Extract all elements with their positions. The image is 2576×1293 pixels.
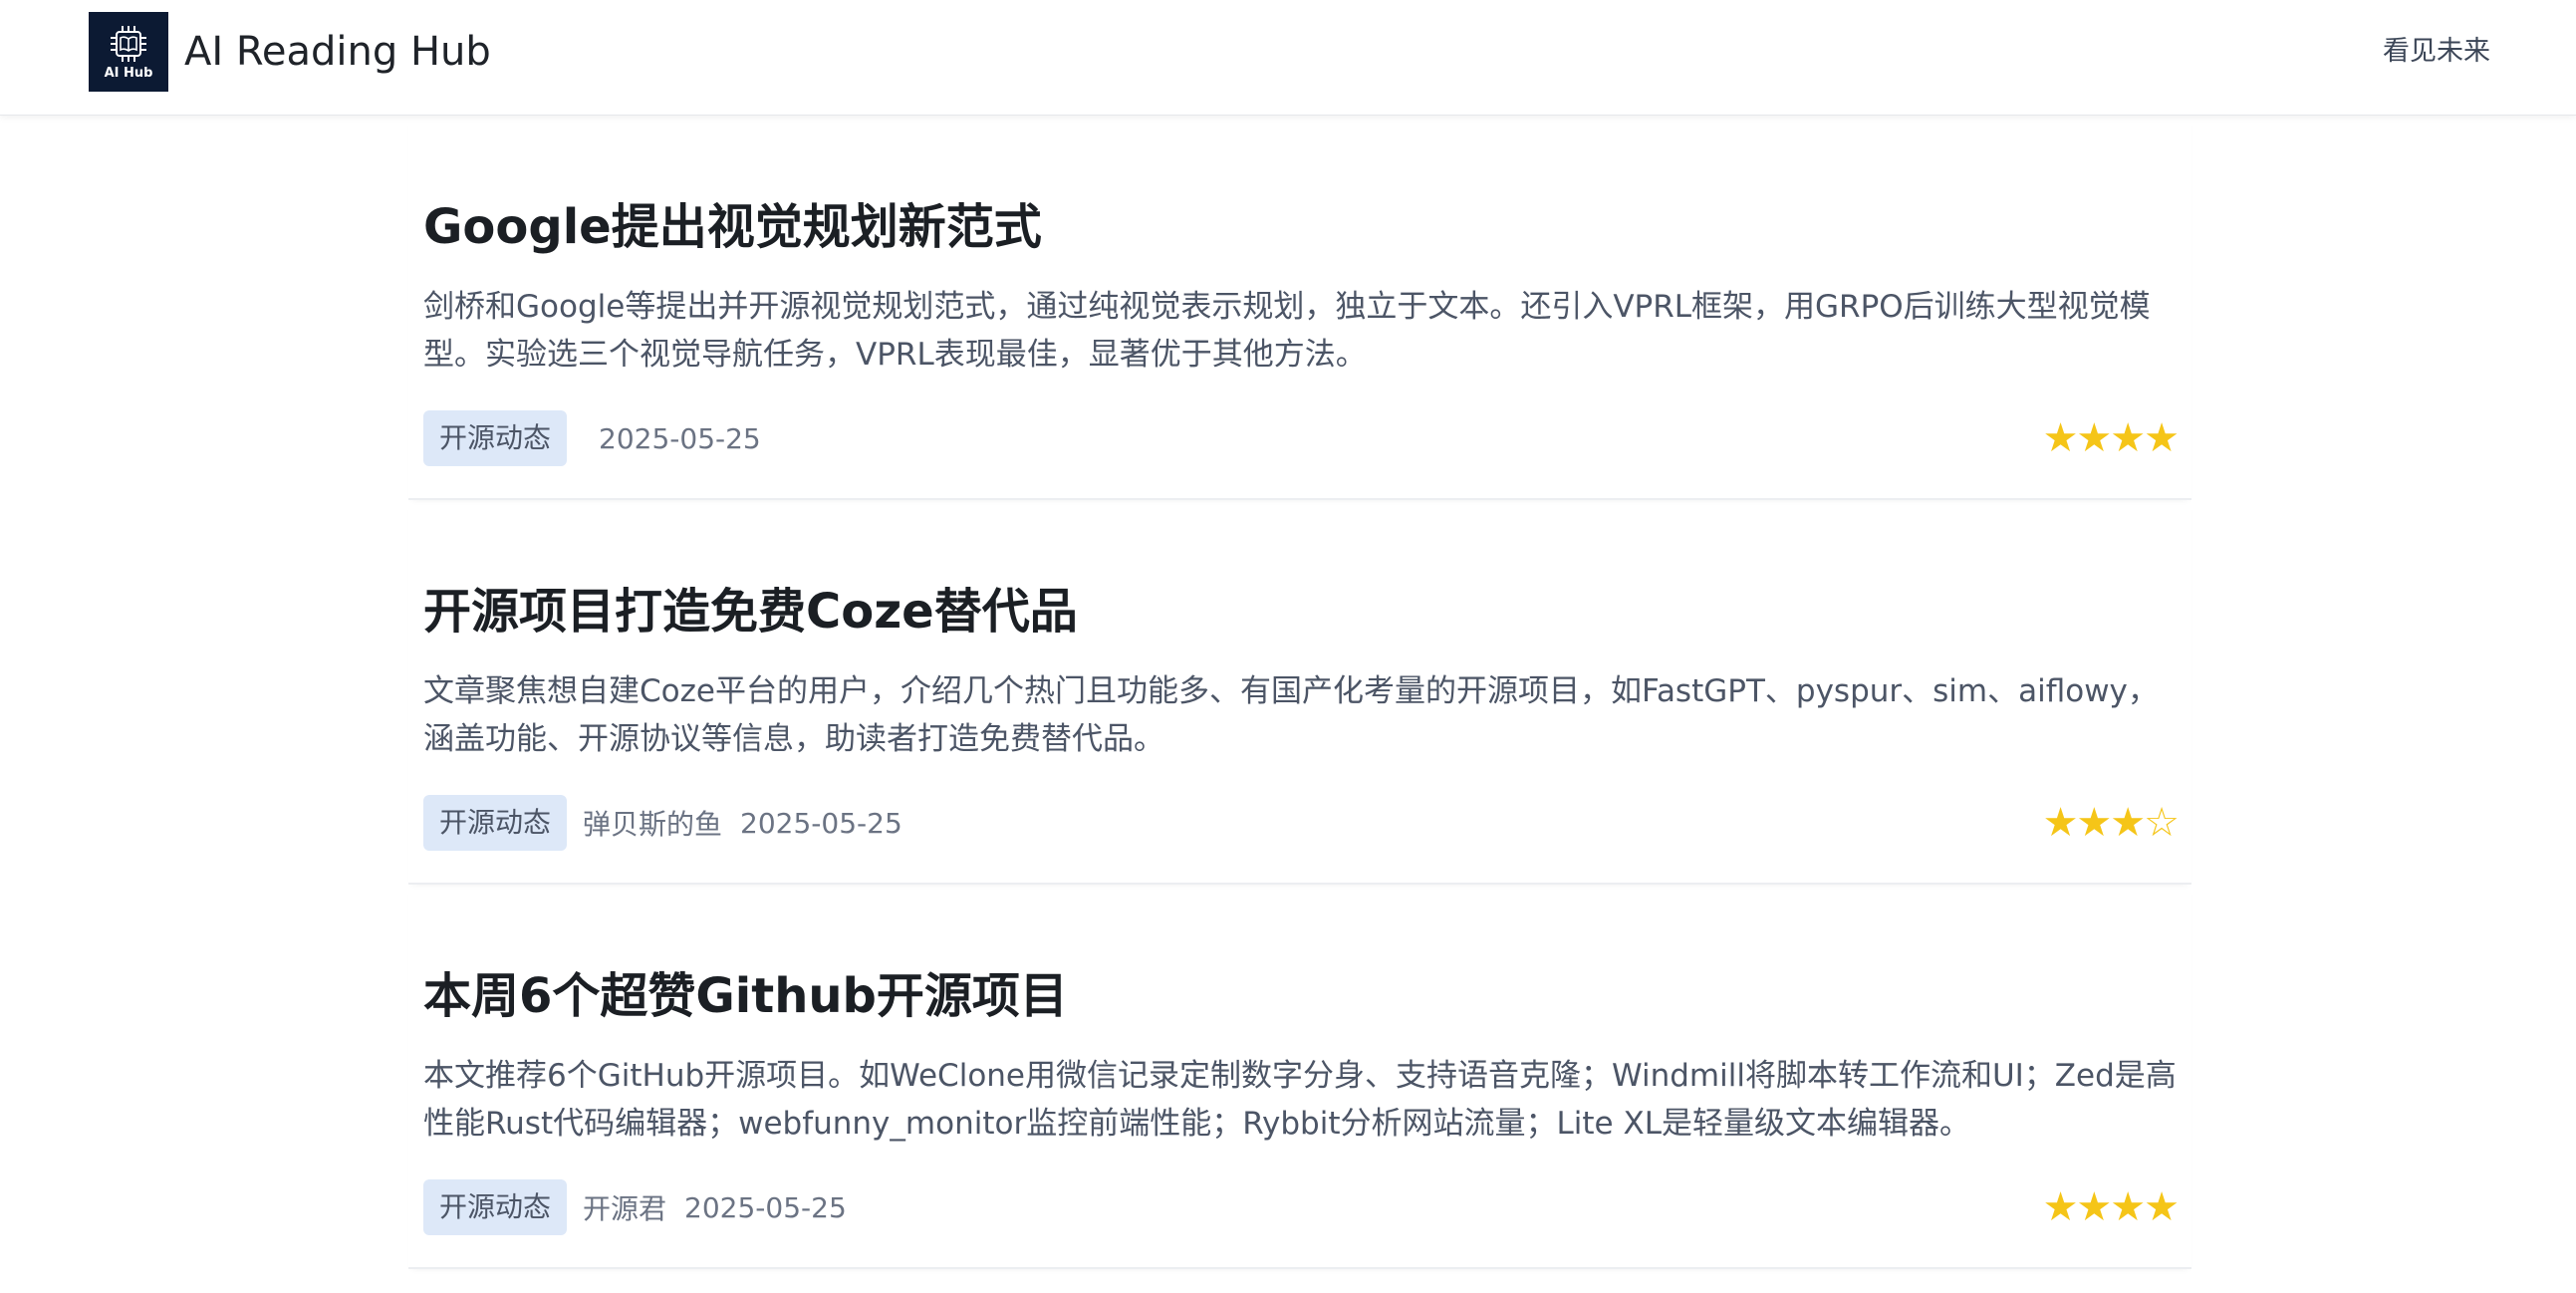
- site-logo[interactable]: AI Hub: [89, 12, 168, 92]
- top-navbar: AI Hub AI Reading Hub 看见未来: [0, 0, 2576, 116]
- article-summary: 文章聚焦想自建Coze平台的用户，介绍几个热门且功能多、有国产化考量的开源项目，…: [423, 673, 2159, 757]
- article-title[interactable]: 本周6个超赞Github开源项目: [423, 964, 1068, 1028]
- category-tag[interactable]: 开源动态: [423, 1179, 568, 1235]
- article-card[interactable]: 本周6个超赞Github开源项目 本文推荐6个GitHub开源项目。如WeClo…: [408, 885, 2191, 1269]
- article-meta: 开源动态 2025-05-25: [423, 410, 761, 466]
- rating-stars: ★★★★: [2042, 415, 2180, 461]
- article-date: 2025-05-25: [599, 421, 761, 455]
- article-title[interactable]: 开源项目打造免费Coze替代品: [423, 580, 1078, 644]
- article-date: 2025-05-25: [740, 806, 902, 840]
- book-chip-icon: [111, 25, 146, 62]
- article-author: 弹贝斯的鱼: [583, 808, 723, 841]
- article-summary: 本文推荐6个GitHub开源项目。如WeClone用微信记录定制数字分身、支持语…: [423, 1058, 2177, 1142]
- article-meta: 开源动态 开源君 2025-05-25: [423, 1179, 847, 1235]
- article-date: 2025-05-25: [684, 1190, 847, 1224]
- article-card[interactable]: Google提出视觉规划新范式 剑桥和Google等提出并开源视觉规划范式，通过…: [408, 116, 2191, 500]
- article-author: 开源君: [583, 1192, 667, 1225]
- rating-stars: ★★★☆: [2042, 800, 2180, 846]
- article-title[interactable]: Google提出视觉规划新范式: [423, 195, 1042, 259]
- article-meta: 开源动态 弹贝斯的鱼 2025-05-25: [423, 795, 902, 851]
- article-card[interactable]: 开源项目打造免费Coze替代品 文章聚焦想自建Coze平台的用户，介绍几个热门且…: [408, 500, 2191, 885]
- site-title[interactable]: AI Reading Hub: [184, 24, 491, 80]
- article-feed: Google提出视觉规划新范式 剑桥和Google等提出并开源视觉规划范式，通过…: [408, 116, 2191, 1269]
- logo-label: AI Hub: [104, 65, 153, 81]
- category-tag[interactable]: 开源动态: [423, 795, 568, 851]
- article-summary: 剑桥和Google等提出并开源视觉规划范式，通过纯视觉表示规划，独立于文本。还引…: [423, 289, 2151, 373]
- category-tag[interactable]: 开源动态: [423, 410, 568, 466]
- rating-stars: ★★★★: [2042, 1184, 2180, 1230]
- nav-link-see-future[interactable]: 看见未来: [2383, 32, 2490, 72]
